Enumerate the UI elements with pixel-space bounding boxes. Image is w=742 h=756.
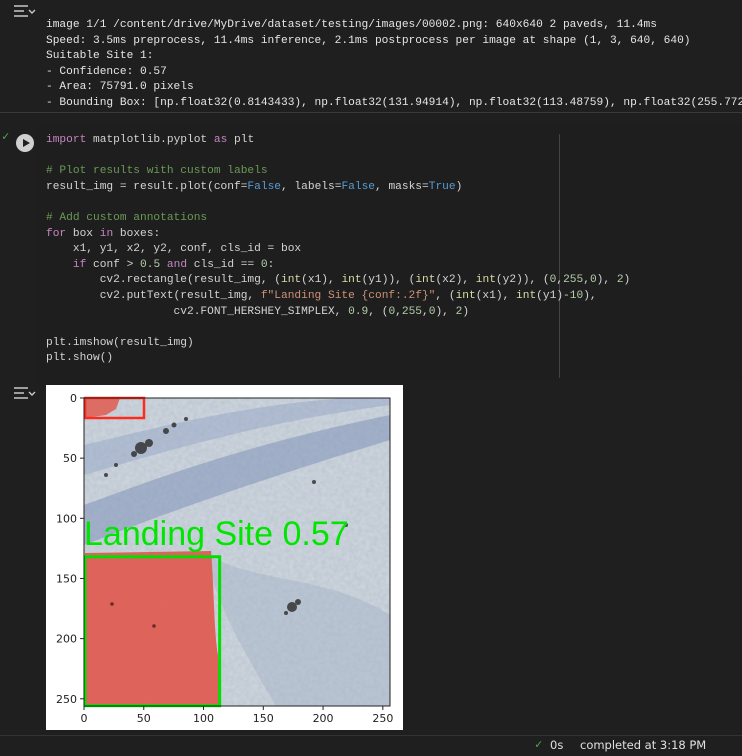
code-line: if conf > 0.5 and cls_id == 0:	[72, 258, 275, 271]
code-line: # Add custom annotations	[46, 211, 208, 224]
x-tick-label: 150	[253, 712, 274, 725]
y-tick-label: 100	[56, 512, 77, 525]
code-line: plt.show()	[46, 352, 114, 365]
x-tick-label: 250	[372, 712, 393, 725]
output-toggle-icon[interactable]	[12, 386, 36, 404]
run-cell-button[interactable]	[16, 134, 34, 152]
y-tick-label: 200	[56, 633, 77, 646]
code-line: cv2.rectangle(result_img, (int(x1), int(…	[46, 274, 631, 287]
success-check-icon: ✓	[535, 737, 543, 751]
figure-svg: Landing Site 0.57 0 50 100 150 200 250 0 50 100…	[56, 392, 393, 725]
x-tick-label: 100	[193, 712, 214, 725]
code-line: cv2.putText(result_img, f"Landing Site {…	[46, 289, 597, 302]
x-tick-label: 0	[81, 712, 88, 725]
check-icon: ✓	[2, 129, 10, 143]
code-line: x1, y1, x2, y2, conf, cls_id = box	[46, 243, 302, 256]
x-axis: 0 50 100 150 200 250	[81, 706, 393, 725]
code-editor[interactable]: import matplotlib.pyplot as plt # Plot re…	[46, 133, 630, 367]
code-line: for box in boxes:	[46, 227, 161, 240]
code-line: cv2.FONT_HERSHEY_SIMPLEX, 0.9, (0,255,0)…	[46, 305, 470, 318]
y-tick-label: 0	[70, 392, 77, 405]
output-toggle-icon[interactable]	[12, 4, 36, 22]
y-axis: 0 50 100 150 200 250	[56, 392, 84, 706]
y-tick-label: 250	[56, 693, 77, 706]
code-line: import matplotlib.pyplot as plt	[46, 134, 255, 146]
landing-site-label: Landing Site 0.57	[84, 515, 349, 553]
completion-status[interactable]: completed at 3:18 PM	[580, 738, 706, 752]
cell-divider	[0, 112, 742, 113]
matplotlib-figure: Landing Site 0.57 0 50 100 150 200 250 0 50 100…	[46, 385, 403, 730]
y-tick-label: 150	[56, 572, 77, 585]
code-line: result_img = result.plot(conf=False, lab…	[46, 180, 463, 193]
execution-time: 0s	[550, 738, 564, 752]
y-tick-label: 50	[63, 452, 77, 465]
x-tick-label: 50	[137, 712, 151, 725]
cell-output-text: image 1/1 /content/drive/MyDrive/dataset…	[46, 19, 742, 109]
x-tick-label: 200	[313, 712, 334, 725]
code-line: plt.imshow(result_img)	[46, 336, 194, 349]
code-line: # Plot results with custom labels	[46, 165, 268, 178]
